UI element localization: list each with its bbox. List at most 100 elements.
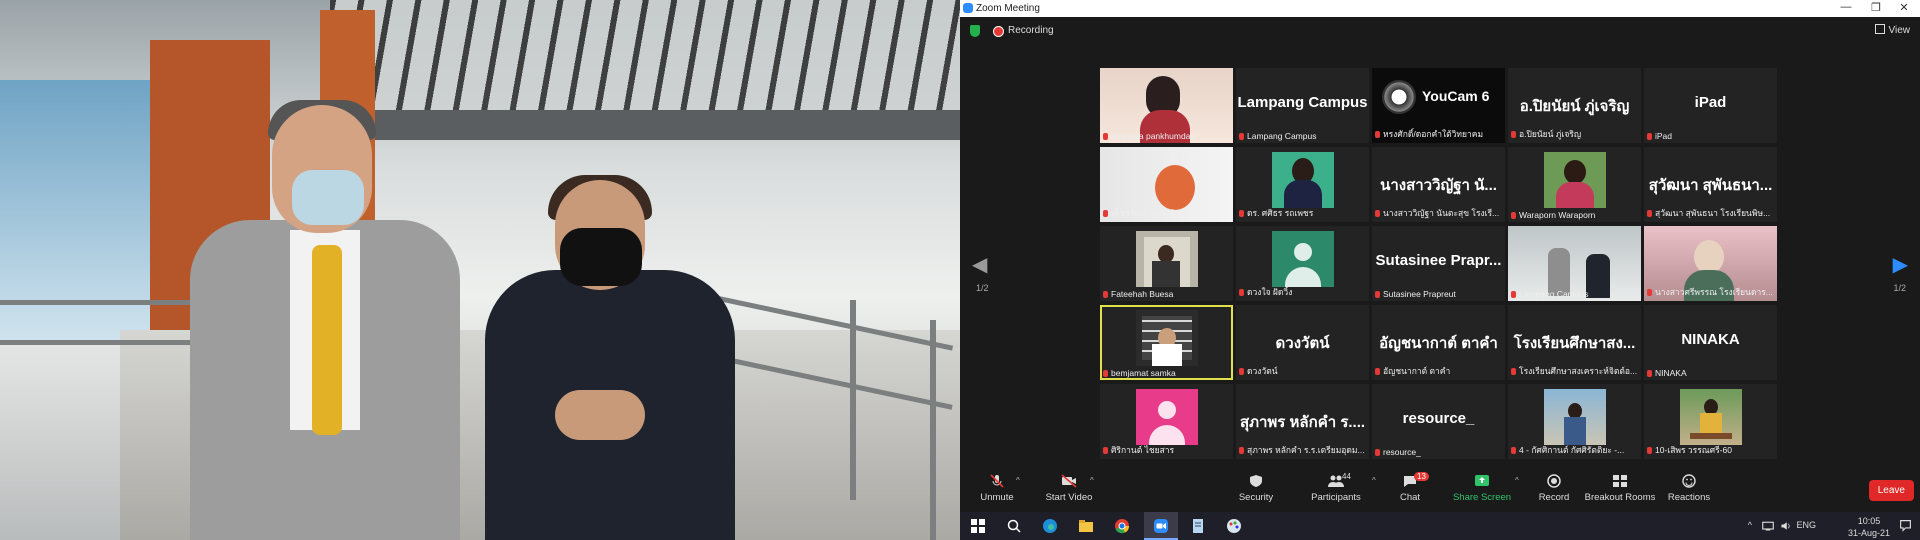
participant-tile[interactable]: 10-เสิพร วรรณศรี-60 (1644, 384, 1777, 459)
file-explorer-icon[interactable] (1078, 518, 1094, 534)
paint-app-icon[interactable] (1226, 518, 1242, 534)
edge-browser-icon[interactable] (1042, 518, 1058, 534)
participant-tile[interactable]: เพ็ชรรัตน์ น้อยหล้อง (1100, 147, 1233, 222)
recording-dot-icon (993, 26, 1004, 37)
restore-button[interactable]: ❐ (1862, 1, 1890, 14)
participant-photo (1271, 152, 1334, 208)
record-icon (1547, 474, 1561, 488)
participant-name: เพ็ชรรัตน์ น้อยหล้อง (1103, 206, 1230, 220)
participant-name: resource_ (1375, 447, 1502, 457)
notification-center-icon[interactable] (1899, 519, 1912, 532)
participant-display-name: อัญชนากาต์ ตาคำ (1379, 335, 1498, 352)
system-clock[interactable]: 10:05 31-Aug-21 (1848, 515, 1890, 539)
tray-expand-chevron-icon[interactable]: ^ (1748, 520, 1752, 530)
participant-name: Lampang Campus (1511, 289, 1638, 299)
muted-mic-icon (1103, 210, 1108, 217)
muted-mic-icon (1239, 447, 1244, 454)
participant-tile[interactable]: NINAKA NINAKA (1644, 305, 1777, 380)
participant-tile[interactable]: YouCam 6 หรงศักดิ์/ดอกคำใต้วิทยาคม (1372, 68, 1505, 143)
notepad-icon[interactable] (1190, 518, 1206, 534)
participant-tile[interactable]: Fateehah Buesa (1100, 226, 1233, 301)
share-screen-label: Share Screen (1452, 492, 1512, 503)
record-button[interactable]: Record (1534, 474, 1574, 503)
participant-tile[interactable]: ดวงวัตน์ ดวงวัตน์ (1236, 305, 1369, 380)
participant-name: Fateehah Buesa (1103, 289, 1230, 299)
participant-name: iPad (1647, 131, 1774, 141)
participant-name: bemjamat samka (1103, 368, 1230, 378)
participant-display-name: ดวงวัตน์ (1275, 335, 1330, 352)
participant-tile[interactable]: สุวัฒนา สุพันธนา... สุวัฒนา สุพันธนา โรง… (1644, 147, 1777, 222)
reactions-button[interactable]: Reactions (1664, 474, 1714, 503)
participant-name: โรงเรียนศึกษาสงเคราะห์จิตต์อ... (1511, 364, 1638, 378)
participant-name: สุภาพร หลักคำ ร.ร.เตรียมอุดม... (1239, 443, 1366, 457)
windows-start-icon[interactable] (970, 518, 986, 534)
participant-tile[interactable]: นางสาวศรีพรรณ โรงเรียนดาร... (1644, 226, 1777, 301)
security-shield-icon (1250, 475, 1262, 487)
muted-mic-icon (1511, 291, 1516, 298)
participant-name: Waraporn Waraporn (1511, 210, 1638, 220)
participant-tile[interactable]: ดวงใจ ฝัดวิ้ง (1236, 226, 1369, 301)
participant-tile[interactable]: โรงเรียนศึกษาสง... โรงเรียนศึกษาสงเคราะห… (1508, 305, 1641, 380)
participant-display-name: นางสาววิญัฐา นั... (1380, 177, 1497, 194)
participant-name: NINAKA (1647, 368, 1774, 378)
video-options-chevron-icon[interactable]: ^ (1090, 476, 1094, 485)
breakout-rooms-label: Breakout Rooms (1584, 492, 1656, 503)
view-button[interactable]: View (1874, 24, 1910, 36)
close-button[interactable]: ✕ (1890, 1, 1918, 14)
encryption-shield-icon[interactable] (970, 25, 980, 37)
participant-photo (1543, 389, 1606, 445)
page-indicator-right: 1/2 (1893, 283, 1906, 293)
audio-options-chevron-icon[interactable]: ^ (1016, 476, 1020, 485)
participants-options-chevron-icon[interactable]: ^ (1372, 476, 1376, 485)
participant-display-name: โรงเรียนศึกษาสง... (1513, 335, 1636, 352)
muted-mic-icon (1375, 131, 1380, 138)
security-button[interactable]: Security (1232, 474, 1280, 503)
next-page-arrow-icon[interactable]: ▶ (1893, 252, 1908, 277)
active-speaker-tile[interactable]: bemjamat samka (1100, 305, 1233, 380)
participant-tile[interactable]: Lampang Campus (1508, 226, 1641, 301)
share-options-chevron-icon[interactable]: ^ (1515, 476, 1519, 485)
youcam-label: YouCam 6 (1422, 88, 1490, 104)
participant-tile[interactable]: iPad iPad (1644, 68, 1777, 143)
share-screen-icon (1475, 475, 1489, 486)
participant-tile[interactable]: Sutasinee Prapr... Sutasinee Prapreut (1372, 226, 1505, 301)
participant-tile[interactable]: resource_ resource_ (1372, 384, 1505, 459)
railing-post (850, 300, 856, 500)
leave-button[interactable]: Leave (1868, 480, 1914, 501)
minimize-button[interactable]: — (1832, 1, 1860, 13)
participant-tile[interactable]: สุภาพร หลักคำ ร.... สุภาพร หลักคำ ร.ร.เต… (1236, 384, 1369, 459)
participant-tile[interactable]: Waraporn Waraporn (1508, 147, 1641, 222)
participant-tile[interactable]: ongnusa pankhumdao (1100, 68, 1233, 143)
previous-page-arrow-icon[interactable]: ◀ (972, 252, 987, 277)
participant-tile[interactable]: ดร. ศศิธร รถเพชร (1236, 147, 1369, 222)
participant-tile[interactable]: อ.ปิยนัยน์ ภู่เจริญ อ.ปิยนัยน์ ภู่เจริญ (1508, 68, 1641, 143)
volume-icon[interactable] (1780, 520, 1792, 532)
participant-tile[interactable]: Lampang Campus Lampang Campus (1236, 68, 1369, 143)
unmute-button[interactable]: Unmute (974, 474, 1020, 503)
participant-name: 10-เสิพร วรรณศรี-60 (1647, 443, 1774, 457)
network-icon[interactable] (1762, 520, 1774, 532)
search-icon[interactable] (1006, 518, 1022, 534)
language-indicator[interactable]: ENG (1796, 520, 1816, 530)
chrome-browser-icon[interactable] (1114, 518, 1130, 534)
zoom-taskbar-button[interactable] (1144, 512, 1178, 540)
muted-mic-icon (1647, 210, 1652, 217)
reactions-label: Reactions (1667, 492, 1711, 503)
video-feed (0, 0, 960, 540)
meeting-top-bar: Recording View (960, 17, 1920, 45)
participant-name: Lampang Campus (1239, 131, 1366, 141)
participant-tile[interactable]: 4 - กัศศิกานต์ กัศศิรัตติยะ -... (1508, 384, 1641, 459)
participant-photo (1543, 152, 1606, 208)
participant-tile[interactable]: ศิริกานต์ ไชยสาร (1100, 384, 1233, 459)
participant-tile[interactable]: นางสาววิญัฐา นั... นางสาววิญัฐา นันตะสุข… (1372, 147, 1505, 222)
muted-mic-icon (1103, 370, 1108, 377)
chat-button[interactable]: 13 Chat (1390, 472, 1430, 503)
muted-mic-icon (1647, 370, 1652, 377)
recording-label[interactable]: Recording (1008, 25, 1054, 36)
participant-name: ดวงใจ ฝัดวิ้ง (1239, 285, 1366, 299)
breakout-rooms-button[interactable]: Breakout Rooms (1582, 474, 1658, 503)
participant-tile[interactable]: อัญชนากาต์ ตาคำ อัญชนากาต์ ตาคำ (1372, 305, 1505, 380)
participants-button[interactable]: 44 Participants (1304, 472, 1368, 503)
share-screen-button[interactable]: Share Screen (1452, 474, 1512, 503)
participant-name: ศิริกานต์ ไชยสาร (1103, 443, 1230, 457)
